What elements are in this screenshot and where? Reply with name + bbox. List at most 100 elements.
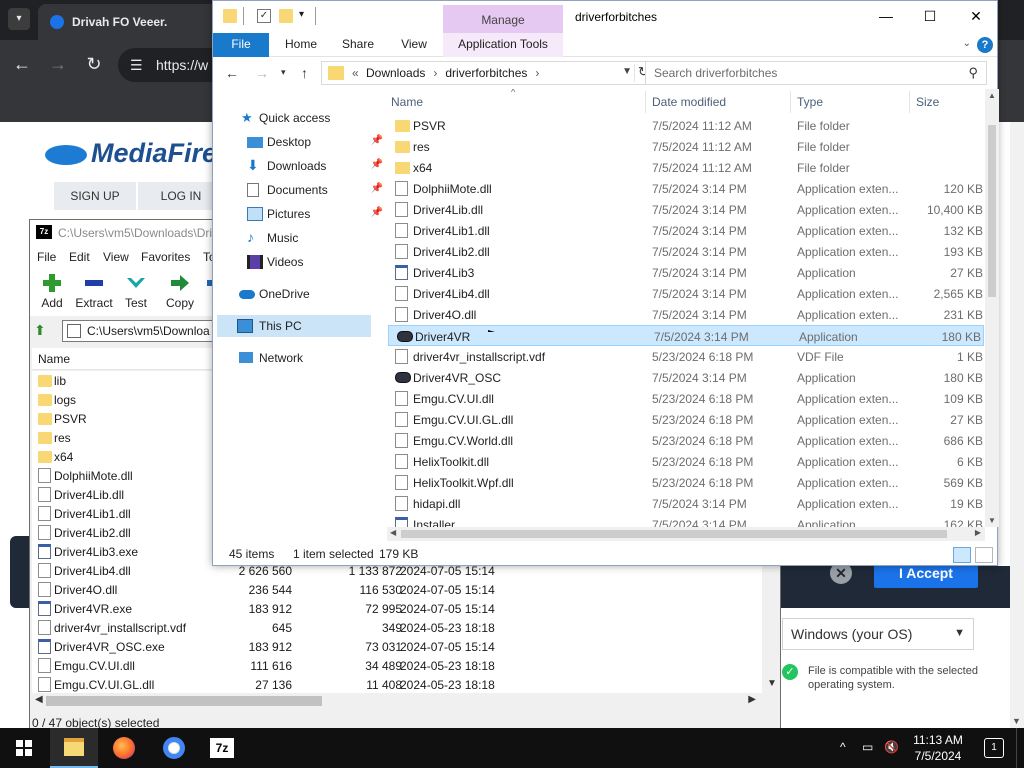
nav-pictures[interactable]: Pictures 📌 bbox=[213, 203, 385, 225]
manage-contextual-tab[interactable]: Manage bbox=[443, 5, 563, 33]
column-header-date[interactable]: Date modified bbox=[652, 95, 726, 109]
back-arrow-icon[interactable]: ← bbox=[12, 54, 32, 74]
column-header-size[interactable]: Size bbox=[916, 95, 939, 109]
list-item[interactable]: Driver4Lib3 7/5/2024 3:14 PM Application 27… bbox=[387, 262, 985, 283]
column-divider[interactable] bbox=[790, 91, 791, 113]
list-item[interactable]: res 7/5/2024 11:12 AM File folder bbox=[387, 136, 985, 157]
list-item[interactable]: driver4vr_installscript.vdf 5/23/2024 6:1… bbox=[387, 346, 985, 367]
menu-file[interactable]: File bbox=[37, 250, 56, 264]
scroll-down-arrow-icon[interactable]: ▼ bbox=[767, 678, 777, 689]
nav-onedrive[interactable]: OneDrive bbox=[213, 283, 385, 305]
nav-downloads[interactable]: ⬇ Downloads 📌 bbox=[213, 155, 385, 177]
up-arrow-icon[interactable]: ↑ bbox=[301, 65, 308, 81]
scroll-down-arrow-icon[interactable]: ▼ bbox=[1012, 716, 1021, 726]
address-bar[interactable]: « Downloads › driverforbitches › ▼ ↻ bbox=[321, 61, 655, 85]
scroll-left-arrow-icon[interactable]: ◀ bbox=[35, 694, 43, 705]
list-item[interactable]: Emgu.CV.UI.GL.dll 5/23/2024 6:18 PM Applic… bbox=[387, 409, 985, 430]
volume-muted-icon[interactable]: 🔇 bbox=[884, 740, 899, 754]
taskbar-chrome[interactable] bbox=[150, 728, 198, 768]
large-icons-view-icon[interactable] bbox=[975, 547, 993, 563]
network-status-icon[interactable]: ▭ bbox=[862, 740, 873, 754]
list-item[interactable]: Driver4VR 7/5/2024 3:14 PM Application 180 … bbox=[388, 325, 984, 346]
list-item[interactable]: Emgu.CV.UI.dll 5/23/2024 6:18 PM Applicati… bbox=[387, 388, 985, 409]
breadcrumb-separator-icon[interactable]: › bbox=[433, 66, 437, 80]
taskbar-clock[interactable]: 11:13 AM 7/5/2024 bbox=[906, 732, 970, 764]
forward-arrow-icon[interactable]: → bbox=[255, 65, 269, 81]
list-item[interactable]: Driver4O.dll 7/5/2024 3:14 PM Application … bbox=[387, 304, 985, 325]
maximize-icon[interactable]: ☐ bbox=[907, 1, 953, 31]
list-item[interactable]: HelixToolkit.dll 5/23/2024 6:18 PM Applica… bbox=[387, 451, 985, 472]
taskbar-file-explorer[interactable] bbox=[50, 728, 98, 768]
list-item[interactable]: Emgu.CV.World.dll 5/23/2024 6:18 PM Applic… bbox=[387, 430, 985, 451]
reload-icon[interactable]: ↻ bbox=[84, 54, 104, 74]
extract-button[interactable]: Extract bbox=[72, 272, 116, 310]
scroll-down-arrow-icon[interactable]: ▼ bbox=[988, 516, 996, 525]
menu-favorites[interactable]: Favorites bbox=[141, 250, 190, 264]
properties-icon[interactable]: ✓ bbox=[257, 9, 271, 23]
list-item[interactable]: HelixToolkit.Wpf.dll 5/23/2024 6:18 PM App… bbox=[387, 472, 985, 493]
close-icon[interactable]: ✕ bbox=[953, 1, 999, 31]
column-header-type[interactable]: Type bbox=[797, 95, 823, 109]
start-button[interactable] bbox=[0, 728, 48, 768]
7zip-horizontal-scrollbar[interactable]: ◀ ▶ bbox=[32, 693, 780, 709]
minimize-icon[interactable]: — bbox=[863, 1, 909, 31]
recent-locations-icon[interactable]: ▾ bbox=[281, 67, 286, 78]
scroll-right-arrow-icon[interactable]: ▶ bbox=[975, 528, 981, 537]
list-item[interactable]: PSVR 7/5/2024 11:12 AM File folder bbox=[387, 115, 985, 136]
breadcrumb-overflow-icon[interactable]: « bbox=[352, 66, 359, 80]
details-view-icon[interactable] bbox=[953, 547, 971, 563]
scrollbar-thumb[interactable] bbox=[988, 125, 996, 297]
list-item[interactable]: x64 7/5/2024 11:12 AM File folder bbox=[387, 157, 985, 178]
scrollbar-thumb[interactable] bbox=[46, 696, 322, 706]
browser-tab[interactable]: Drivah FO Veeer. bbox=[38, 4, 238, 40]
nav-documents[interactable]: Documents 📌 bbox=[213, 179, 385, 201]
list-item[interactable]: Driver4Lib.dll 7/5/2024 3:14 PM Applicatio… bbox=[387, 199, 985, 220]
list-item[interactable]: Driver4VR_OSC 7/5/2024 3:14 PM Application… bbox=[387, 367, 985, 388]
breadcrumb-downloads[interactable]: Downloads bbox=[366, 66, 425, 80]
list-item[interactable]: Driver4Lib2.dll 7/5/2024 3:14 PM Applicati… bbox=[387, 241, 985, 262]
column-header-name[interactable]: Name bbox=[391, 95, 423, 109]
help-icon[interactable]: ? bbox=[977, 37, 993, 53]
column-header-name[interactable]: Name bbox=[38, 352, 70, 366]
nav-desktop[interactable]: Desktop 📌 bbox=[213, 131, 385, 153]
tab-share[interactable]: Share bbox=[337, 33, 379, 57]
nav-network[interactable]: Network bbox=[213, 347, 385, 369]
scroll-left-arrow-icon[interactable]: ◀ bbox=[390, 528, 396, 537]
breadcrumb-current-folder[interactable]: driverforbitches bbox=[445, 66, 527, 80]
breadcrumb-separator-icon[interactable]: › bbox=[535, 66, 539, 80]
taskbar-7zip[interactable]: 7z bbox=[198, 728, 246, 768]
scrollbar-thumb[interactable] bbox=[401, 530, 947, 538]
table-row[interactable]: Driver4VR_OSC.exe 183 912 73 031 2024-07-05… bbox=[32, 637, 762, 656]
explorer-titlebar[interactable]: ✓ ▾ Manage driverforbitches — ☐ ✕ bbox=[213, 1, 997, 33]
menu-view[interactable]: View bbox=[103, 250, 129, 264]
pin-icon[interactable]: 📌 bbox=[371, 207, 383, 218]
new-folder-icon[interactable] bbox=[279, 9, 293, 23]
menu-edit[interactable]: Edit bbox=[69, 250, 90, 264]
pin-icon[interactable]: 📌 bbox=[371, 159, 383, 170]
add-button[interactable]: Add bbox=[30, 272, 74, 310]
site-settings-icon[interactable]: ☰ bbox=[130, 57, 143, 74]
nav-this-pc[interactable]: This PC bbox=[217, 315, 371, 337]
back-arrow-icon[interactable]: ← bbox=[225, 65, 239, 81]
column-divider[interactable] bbox=[909, 91, 910, 113]
list-item[interactable]: Driver4Lib4.dll 7/5/2024 3:14 PM Applicati… bbox=[387, 283, 985, 304]
search-input[interactable]: Search driverforbitches ⚲ bbox=[645, 61, 987, 85]
tab-home[interactable]: Home bbox=[279, 33, 323, 57]
table-row[interactable]: driver4vr_installscript.vdf 645 349 2024-05… bbox=[32, 618, 762, 637]
nav-quick-access[interactable]: ★ Quick access bbox=[213, 107, 385, 129]
table-row[interactable]: Emgu.CV.UI.dll 111 616 34 489 2024-05-23 18… bbox=[32, 656, 762, 675]
scroll-up-arrow-icon[interactable]: ▲ bbox=[988, 91, 996, 100]
explorer-horizontal-scrollbar[interactable]: ◀ ▶ bbox=[387, 527, 985, 541]
expand-ribbon-chevron-icon[interactable]: ⌄ bbox=[963, 38, 971, 49]
tab-file[interactable]: File bbox=[213, 33, 269, 57]
table-row[interactable]: Driver4O.dll 236 544 116 530 2024-07-05 15:… bbox=[32, 580, 762, 599]
sign-up-link[interactable]: SIGN UP bbox=[54, 182, 136, 210]
test-button[interactable]: Test bbox=[114, 272, 158, 310]
browser-scrollbar[interactable]: ▼ bbox=[1010, 122, 1024, 728]
list-item[interactable]: hidapi.dll 7/5/2024 3:14 PM Application ex… bbox=[387, 493, 985, 514]
pin-icon[interactable]: 📌 bbox=[371, 135, 383, 146]
pin-icon[interactable]: 📌 bbox=[371, 183, 383, 194]
list-item[interactable]: DolphiiMote.dll 7/5/2024 3:14 PM Applicati… bbox=[387, 178, 985, 199]
folder-up-icon[interactable]: ⬆ bbox=[34, 322, 52, 340]
search-icon[interactable]: ⚲ bbox=[968, 65, 978, 81]
